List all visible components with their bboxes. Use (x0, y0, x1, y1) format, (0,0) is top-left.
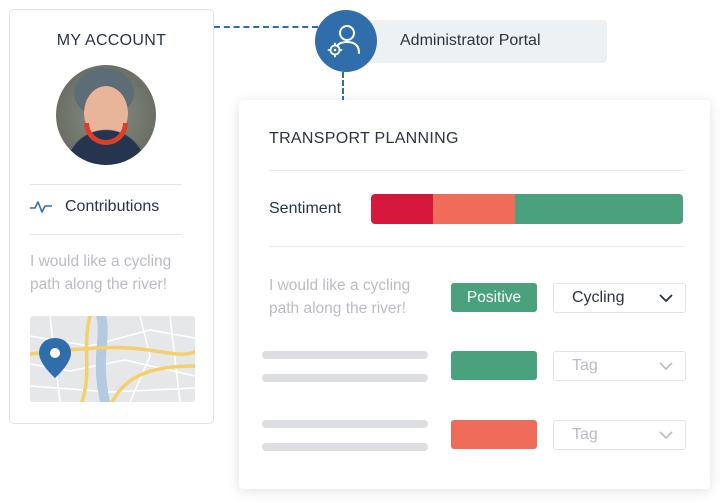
nav-item-contributions[interactable]: Contributions (30, 198, 159, 216)
avatar (56, 65, 156, 165)
sentiment-segment (433, 194, 515, 224)
user-gear-icon[interactable] (315, 10, 377, 72)
sentiment-tag[interactable] (451, 351, 537, 380)
divider (30, 234, 182, 235)
tag-select-value: Tag (572, 357, 598, 374)
divider (30, 184, 182, 185)
sentiment-segment (514, 194, 683, 224)
text-placeholder (262, 443, 428, 451)
divider (269, 246, 684, 247)
portal-header[interactable]: Administrator Portal (355, 20, 607, 63)
sentiment-tag[interactable] (451, 420, 537, 449)
tag-select[interactable]: Cycling (553, 283, 686, 313)
portal-label: Administrator Portal (400, 32, 541, 49)
tag-select-value: Tag (572, 426, 598, 443)
connector-line (214, 26, 318, 28)
chevron-down-icon (659, 431, 673, 440)
nav-item-label: Contributions (65, 198, 160, 215)
divider (269, 170, 684, 171)
text-placeholder (262, 374, 428, 382)
tag-select-value: Cycling (572, 289, 625, 306)
connector-line (342, 72, 344, 102)
map-pin-icon (39, 338, 71, 378)
text-placeholder (262, 420, 428, 428)
planning-card: TRANSPORT PLANNING Sentiment I would lik… (239, 100, 710, 489)
sentiment-tag-positive[interactable]: Positive (451, 283, 537, 312)
tag-select[interactable]: Tag (553, 420, 686, 450)
sentiment-label: Sentiment (269, 200, 342, 217)
tag-select[interactable]: Tag (553, 351, 686, 381)
comment-text: I would like a cycling path along the ri… (30, 253, 172, 293)
sentiment-segment (371, 194, 434, 224)
text-placeholder (262, 351, 428, 359)
location-map[interactable] (30, 316, 195, 402)
account-card: MY ACCOUNT Contributions I would like a … (9, 9, 214, 424)
chevron-down-icon (659, 362, 673, 371)
account-title: MY ACCOUNT (56, 32, 167, 49)
planning-title: TRANSPORT PLANNING (269, 130, 459, 147)
sentiment-bar (371, 194, 683, 224)
comment-text: I would like a cycling path along the ri… (269, 277, 411, 317)
pulse-icon (30, 201, 52, 213)
chevron-down-icon (659, 294, 673, 303)
